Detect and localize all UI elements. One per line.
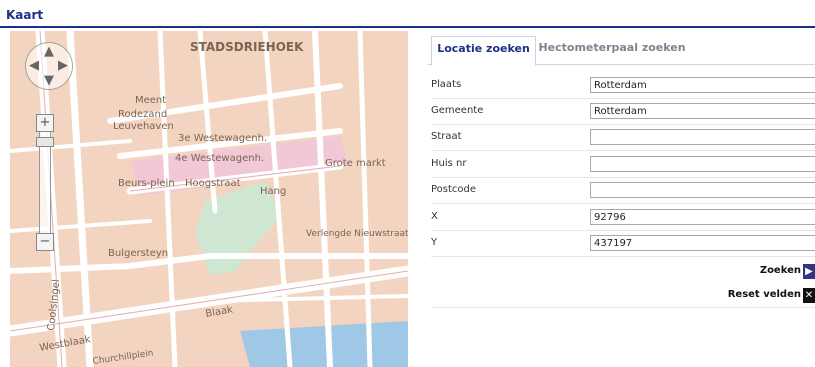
zoom-out-button[interactable]: − — [36, 233, 54, 251]
straat-input[interactable] — [590, 129, 815, 145]
map-label-grotemarkt: Grote markt — [325, 158, 386, 169]
map-label-beursplein: Beurs-plein — [118, 178, 175, 189]
map-label-district: STADSDRIEHOEK — [190, 40, 304, 54]
y-input[interactable]: 437197 — [590, 235, 815, 251]
map-label-meent: Meent — [135, 95, 166, 106]
map-label-westewagen4: 4e Westewagenh. — [175, 153, 264, 164]
row-plaats: Plaats Rotterdam — [431, 74, 815, 99]
pan-up-icon[interactable]: ▲ — [44, 45, 54, 58]
pan-down-icon[interactable]: ▼ — [44, 74, 54, 87]
page-title: Kaart — [6, 8, 44, 22]
pan-right-icon[interactable]: ▶ — [58, 59, 68, 72]
title-divider — [0, 26, 815, 28]
straat-label: Straat — [431, 131, 462, 142]
x-label: X — [431, 211, 438, 222]
map-label-bulgersteyn: Bulgersteyn — [108, 248, 168, 259]
zoeken-button[interactable]: Zoeken ▶ — [695, 264, 815, 279]
close-icon: ✕ — [803, 288, 815, 303]
map-label-hoogstraat: Hoogstraat — [185, 178, 241, 189]
map-label-leuvehaven: Leuvehaven — [113, 121, 174, 132]
zoeken-button-label: Zoeken — [759, 265, 801, 276]
tab-bar: Locatie zoeken Hectometerpaal zoeken — [427, 31, 815, 66]
tab-locatie-zoeken[interactable]: Locatie zoeken — [431, 36, 536, 66]
row-huisnr: Huis nr — [431, 153, 815, 178]
postcode-input[interactable] — [590, 182, 815, 198]
pan-control[interactable]: ▲ ▼ ◀ ▶ — [25, 42, 73, 90]
pan-left-icon[interactable]: ◀ — [29, 59, 39, 72]
postcode-label: Postcode — [431, 184, 477, 195]
reset-button[interactable]: Reset velden ✕ — [655, 288, 815, 303]
plaats-label: Plaats — [431, 79, 462, 90]
zoom-slider-thumb[interactable] — [36, 137, 54, 147]
huisnr-label: Huis nr — [431, 158, 467, 169]
reset-button-label: Reset velden — [727, 289, 801, 300]
gemeente-label: Gemeente — [431, 105, 484, 116]
map-canvas[interactable]: STADSDRIEHOEK Meent Rodezand Leuvehaven … — [10, 31, 408, 367]
map-label-rodezand: Rodezand — [118, 109, 167, 120]
x-input[interactable]: 92796 — [590, 209, 815, 225]
row-gemeente: Gemeente Rotterdam — [431, 100, 815, 125]
map-label-verlengde: Verlengde Nieuwstraat — [306, 229, 408, 239]
map-label-hang: Hang — [260, 186, 286, 197]
plaats-input[interactable]: Rotterdam — [590, 77, 815, 93]
panel-divider — [431, 307, 815, 308]
row-x: X 92796 — [431, 206, 815, 231]
map-viewport[interactable]: STADSDRIEHOEK Meent Rodezand Leuvehaven … — [10, 31, 408, 367]
row-y: Y 437197 — [431, 232, 815, 257]
arrow-right-icon: ▶ — [803, 264, 815, 279]
search-panel: Locatie zoeken Hectometerpaal zoeken Pla… — [427, 31, 815, 367]
row-postcode: Postcode — [431, 179, 815, 204]
row-straat: Straat — [431, 126, 815, 151]
huisnr-input[interactable] — [590, 156, 815, 172]
zoom-in-button[interactable]: + — [36, 114, 54, 132]
tab-hectometerpaal-zoeken[interactable]: Hectometerpaal zoeken — [537, 36, 687, 64]
map-label-westewagen3: 3e Westewagenh. — [178, 133, 267, 144]
gemeente-input[interactable]: Rotterdam — [590, 103, 815, 119]
y-label: Y — [431, 237, 438, 248]
